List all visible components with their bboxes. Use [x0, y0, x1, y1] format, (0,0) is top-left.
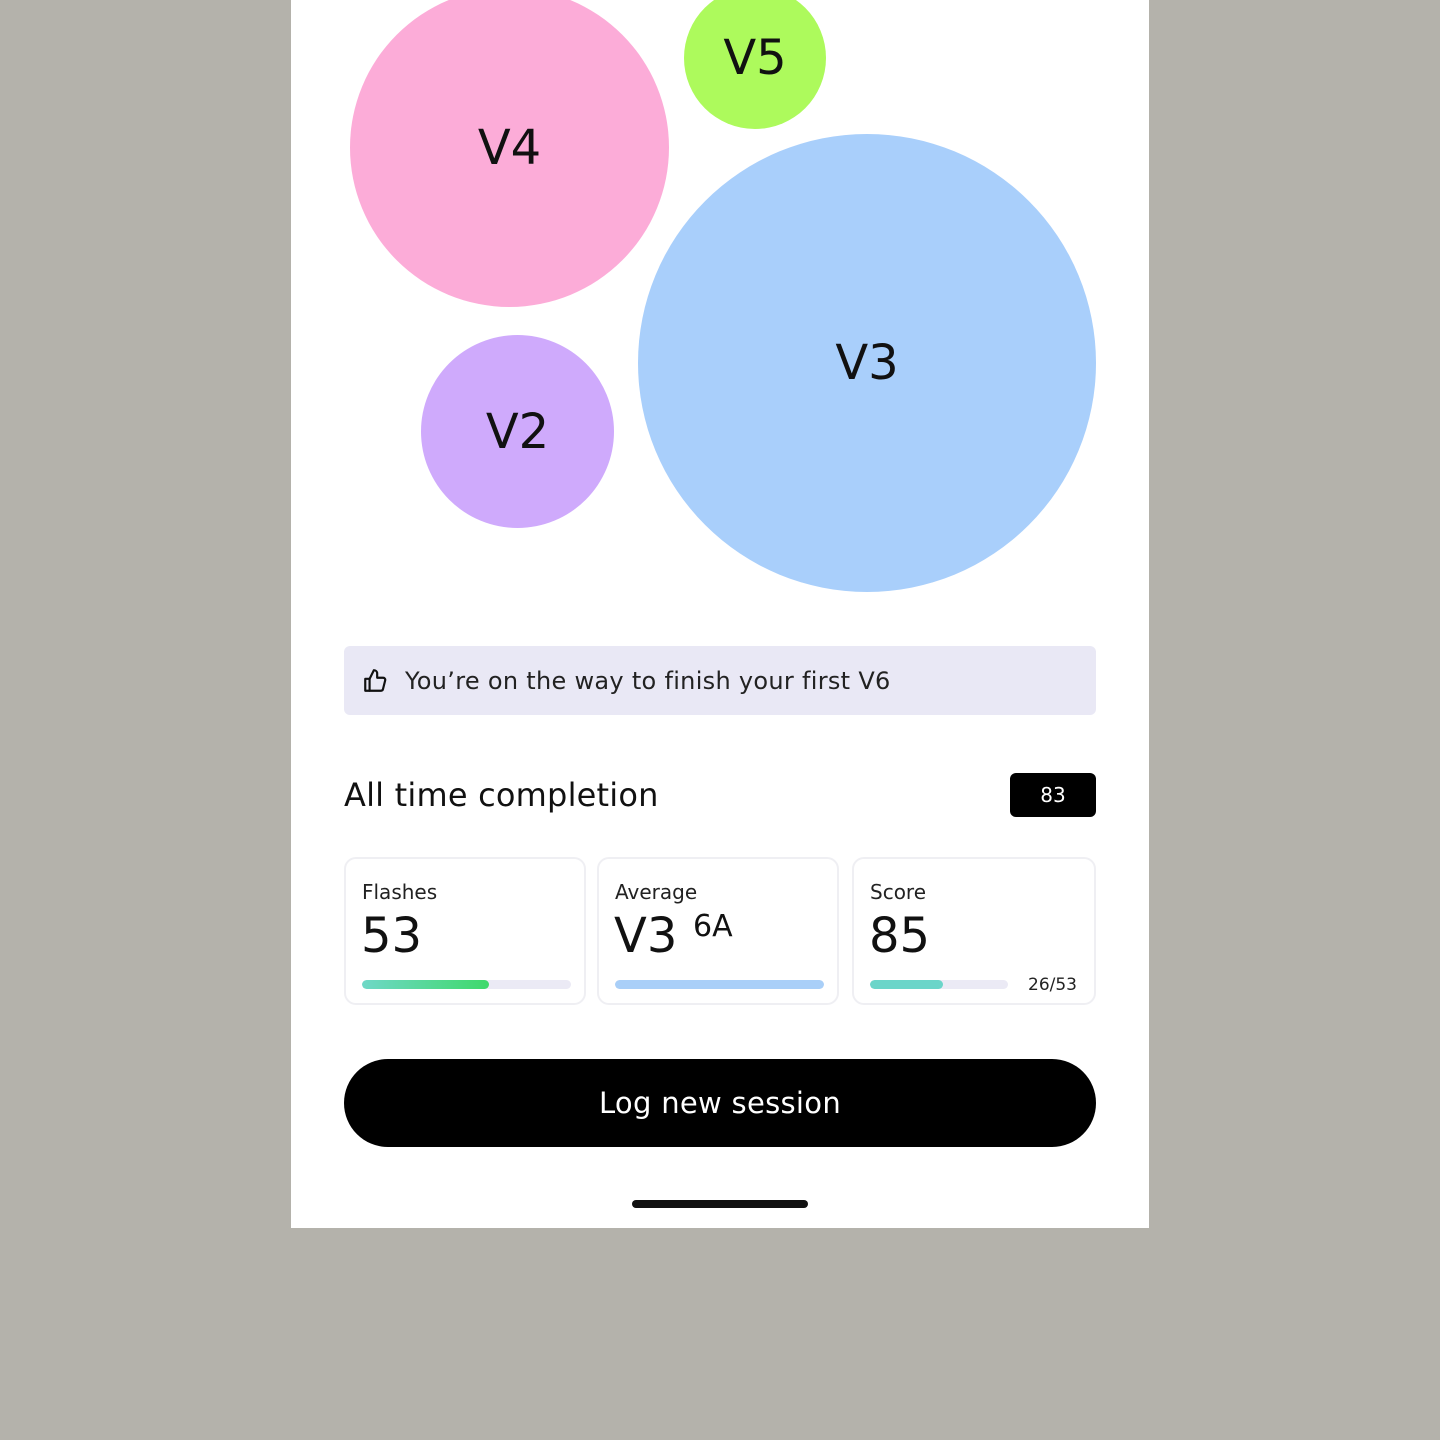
progress-fill — [362, 980, 490, 989]
app-screen: V4 V5 V3 V2 You’re on the way to finish … — [291, 0, 1149, 1228]
grade-bubble-v3[interactable]: V3 — [638, 134, 1096, 592]
stat-label: Score — [870, 880, 927, 904]
grade-bubble-label: V4 — [477, 119, 542, 176]
thumbs-up-icon — [364, 668, 387, 692]
grade-bubble-v2[interactable]: V2 — [421, 335, 614, 528]
grade-bubble-v5[interactable]: V5 — [684, 0, 826, 129]
stat-secondary-grade: 6A — [693, 909, 733, 944]
stat-value: 53 — [361, 908, 423, 964]
stat-card-average[interactable]: Average V3 6A — [597, 857, 839, 1005]
tip-text: You’re on the way to finish your first V… — [405, 666, 891, 695]
home-indicator[interactable] — [632, 1200, 808, 1208]
progress-track — [870, 980, 1008, 989]
progress-fill — [615, 980, 824, 989]
stat-value: 85 — [869, 908, 931, 964]
grade-bubble-label: V3 — [835, 335, 899, 391]
stat-value: V3 — [614, 908, 678, 964]
stat-label: Flashes — [362, 880, 438, 904]
grade-bubble-label: V2 — [485, 403, 550, 460]
score-fraction: 26/53 — [1028, 975, 1077, 995]
progress-track — [362, 980, 571, 989]
stat-label: Average — [615, 880, 698, 904]
grade-bubble-v4[interactable]: V4 — [350, 0, 669, 307]
progress-tip-banner: You’re on the way to finish your first V… — [344, 646, 1096, 715]
progress-track — [615, 980, 824, 989]
log-new-session-button[interactable]: Log new session — [344, 1059, 1096, 1147]
progress-fill — [870, 980, 944, 989]
completion-count-badge: 83 — [1010, 773, 1096, 817]
grade-bubble-label: V5 — [723, 30, 787, 86]
stat-card-flashes[interactable]: Flashes 53 — [344, 857, 586, 1005]
section-title: All time completion — [344, 776, 659, 814]
stat-card-score[interactable]: Score 85 26/53 — [852, 857, 1096, 1005]
